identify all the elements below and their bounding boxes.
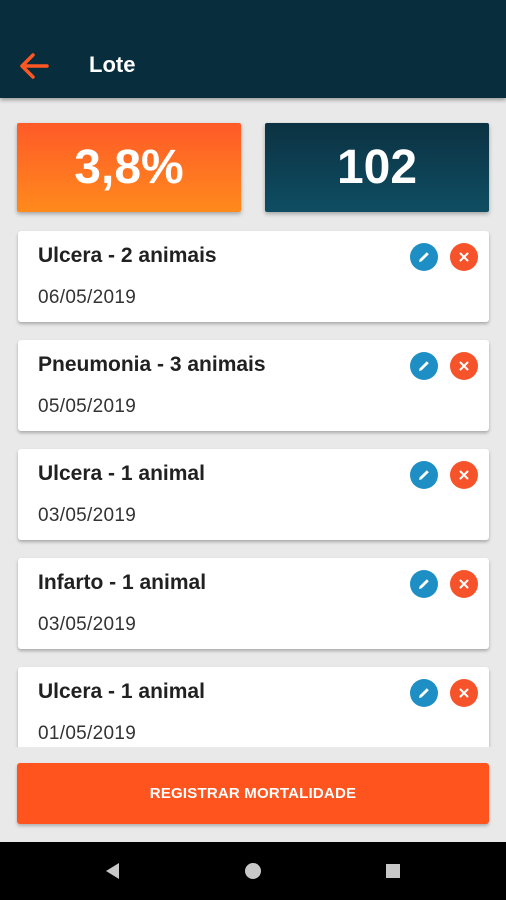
system-nav-bar <box>0 842 506 900</box>
edit-button[interactable] <box>410 352 438 380</box>
mortality-rate-value: 3,8% <box>74 141 184 194</box>
triangle-back-icon <box>106 863 119 879</box>
delete-button[interactable] <box>450 352 478 380</box>
edit-button[interactable] <box>410 243 438 271</box>
close-icon <box>459 579 469 589</box>
record-card[interactable]: Pneumonia - 3 animais 05/05/2019 <box>18 340 489 431</box>
close-icon <box>459 361 469 371</box>
register-mortality-button[interactable]: REGISTRAR MORTALIDADE <box>17 763 489 824</box>
close-icon <box>459 470 469 480</box>
page-title: Lote <box>89 52 136 77</box>
record-card[interactable]: Infarto - 1 animal 03/05/2019 <box>18 558 489 649</box>
square-recents-icon <box>386 864 400 878</box>
pencil-icon <box>419 688 429 698</box>
system-recents-button[interactable] <box>378 856 408 886</box>
mortality-record-list[interactable]: Ulcera - 2 animais 06/05/2019 Pneumonia … <box>0 220 506 747</box>
record-title: Infarto - 1 animal <box>38 571 207 594</box>
record-date: 06/05/2019 <box>38 287 137 308</box>
edit-button[interactable] <box>410 570 438 598</box>
edit-button[interactable] <box>410 679 438 707</box>
edit-button[interactable] <box>410 461 438 489</box>
system-home-button[interactable] <box>238 856 268 886</box>
record-card[interactable]: Ulcera - 2 animais 06/05/2019 <box>18 231 489 322</box>
delete-button[interactable] <box>450 570 478 598</box>
record-title: Ulcera - 2 animais <box>38 244 217 267</box>
record-card[interactable]: Ulcera - 1 animal 03/05/2019 <box>18 449 489 540</box>
circle-home-icon <box>245 863 261 879</box>
animal-count-value: 102 <box>336 141 418 194</box>
record-date: 01/05/2019 <box>38 723 137 744</box>
back-button[interactable] <box>14 46 54 86</box>
record-title: Ulcera - 1 animal <box>38 680 205 703</box>
delete-button[interactable] <box>450 461 478 489</box>
record-title: Ulcera - 1 animal <box>38 462 205 485</box>
mortality-rate-card: 3,8% <box>17 123 241 212</box>
app-bar: Lote <box>0 0 506 98</box>
pencil-icon <box>419 252 429 262</box>
record-date: 03/05/2019 <box>38 614 137 635</box>
pencil-icon <box>419 361 429 371</box>
record-date: 05/05/2019 <box>38 396 137 417</box>
record-title: Pneumonia - 3 animais <box>38 353 266 376</box>
animal-count-card: 102 <box>265 123 489 212</box>
record-date: 03/05/2019 <box>38 505 137 526</box>
record-card[interactable]: Ulcera - 1 animal 01/05/2019 <box>18 667 489 747</box>
close-icon <box>459 688 469 698</box>
pencil-icon <box>419 470 429 480</box>
pencil-icon <box>419 579 429 589</box>
delete-button[interactable] <box>450 243 478 271</box>
arrow-left-icon <box>20 53 49 79</box>
system-back-button[interactable] <box>98 856 128 886</box>
close-icon <box>459 252 469 262</box>
delete-button[interactable] <box>450 679 478 707</box>
